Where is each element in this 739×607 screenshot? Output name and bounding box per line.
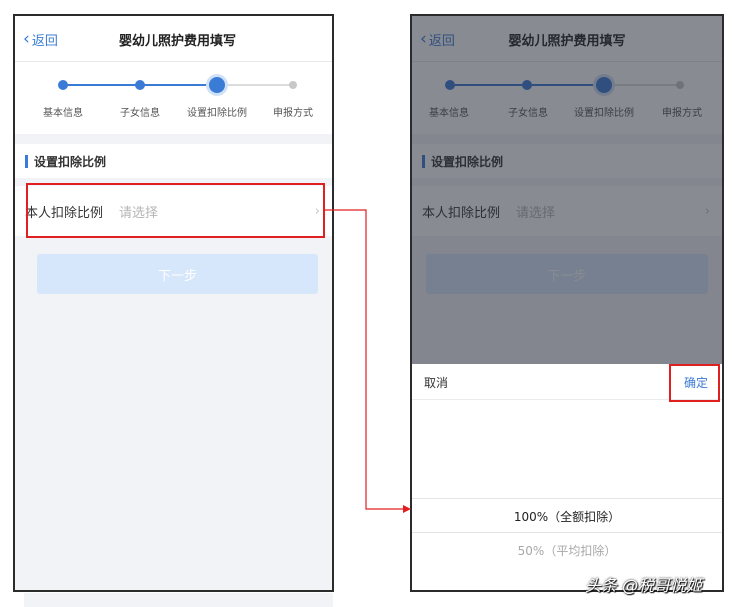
arrowhead-icon xyxy=(403,505,411,513)
connector-line xyxy=(325,209,404,510)
watermark-text: 头条 @税哥悦姬 xyxy=(585,576,703,595)
connector-arrow xyxy=(325,209,411,513)
